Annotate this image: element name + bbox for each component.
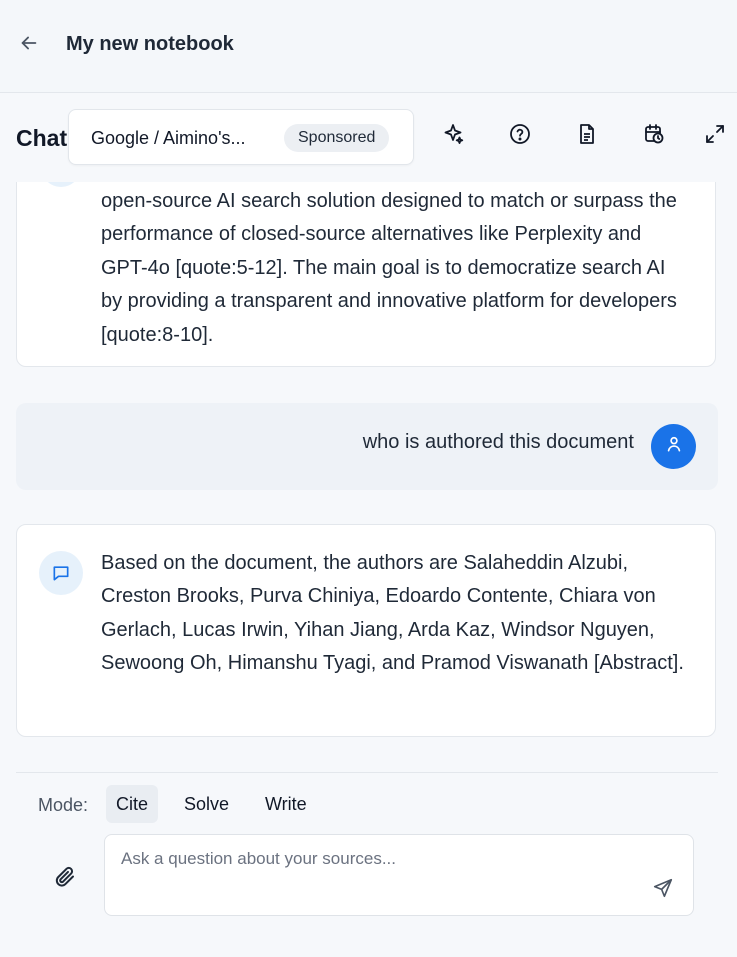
avatar xyxy=(651,424,696,469)
mode-solve-button[interactable]: Solve xyxy=(174,785,239,823)
top-bar: My new notebook xyxy=(0,0,737,93)
ad-text: Google / Aimino's... xyxy=(91,128,246,148)
attach-button[interactable] xyxy=(50,864,80,894)
back-button[interactable] xyxy=(14,30,44,60)
expand-icon xyxy=(703,122,727,151)
help-button[interactable] xyxy=(507,123,533,149)
mode-write-button[interactable]: Write xyxy=(255,785,317,823)
chat-toolbar: Chat Google / Aimino's... Sponsored xyxy=(0,93,737,181)
help-circle-icon xyxy=(508,122,532,151)
chat-messages[interactable]: open-source AI search solution designed … xyxy=(0,182,737,760)
user-icon xyxy=(664,434,684,459)
sparkle-button[interactable] xyxy=(440,123,466,149)
message-text: open-source AI search solution designed … xyxy=(101,190,677,346)
paperclip-icon xyxy=(53,865,77,894)
sponsored-badge: Sponsored xyxy=(284,124,390,152)
chat-label: Chat xyxy=(16,125,68,151)
send-button[interactable] xyxy=(650,877,676,903)
user-message: who is authored this document xyxy=(16,403,718,490)
sponsored-ad[interactable]: Google / Aimino's... Sponsored xyxy=(68,109,414,165)
sparkle-icon xyxy=(441,122,465,151)
expand-button[interactable] xyxy=(702,123,728,149)
composer: Mode: Cite Solve Write xyxy=(0,760,737,957)
mode-label: Mode: xyxy=(38,795,89,815)
document-icon xyxy=(575,122,599,151)
notebook-title: My new notebook xyxy=(66,33,234,55)
question-box xyxy=(104,834,694,916)
assistant-message: open-source AI search solution designed … xyxy=(16,182,716,367)
calendar-clock-icon xyxy=(642,122,666,151)
arrow-left-icon xyxy=(18,32,40,59)
send-icon xyxy=(652,877,674,904)
chat-bubble-icon xyxy=(41,182,81,187)
assistant-message: Based on the document, the authors are S… xyxy=(16,524,716,737)
message-text: who is authored this document xyxy=(362,431,634,453)
question-input[interactable] xyxy=(121,849,621,889)
schedule-button[interactable] xyxy=(641,123,667,149)
divider xyxy=(16,772,718,773)
document-button[interactable] xyxy=(574,123,600,149)
message-text: Based on the document, the authors are S… xyxy=(101,552,684,675)
mode-cite-button[interactable]: Cite xyxy=(106,785,159,823)
chat-bubble-icon xyxy=(39,551,83,595)
